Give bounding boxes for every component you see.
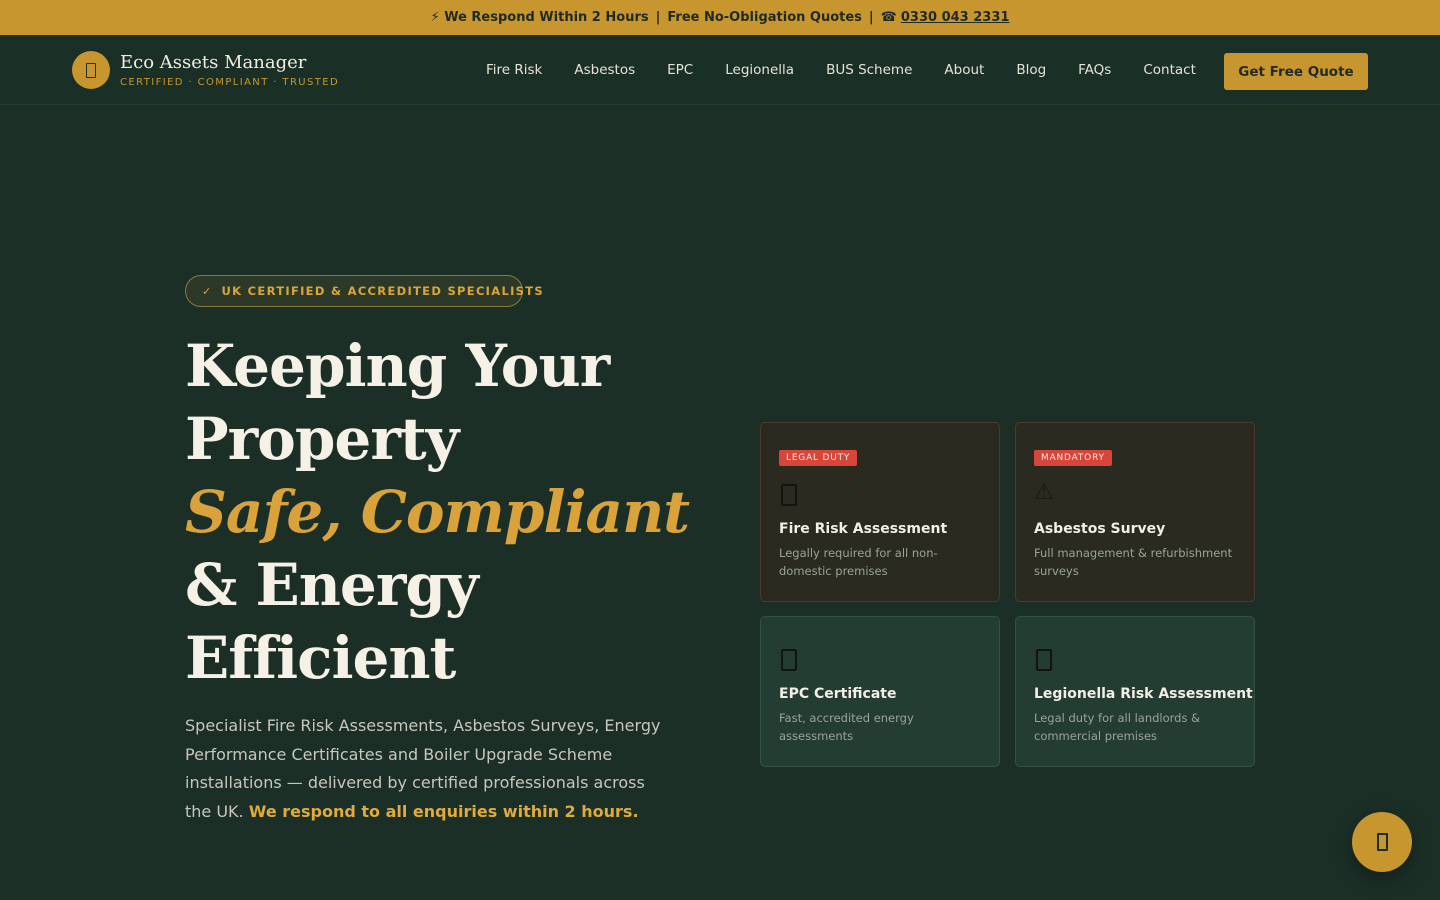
headline-line-4: Efficient (185, 624, 456, 692)
nav-asbestos[interactable]: Asbestos (574, 62, 635, 78)
phone-link[interactable]: 0330 043 2331 (901, 10, 1010, 25)
nav-contact[interactable]: Contact (1143, 62, 1196, 78)
response-highlight: We respond to all enquiries within 2 hou… (248, 801, 639, 821)
announcement-bar: ⚡ We Respond Within 2 Hours | Free No-Ob… (0, 0, 1440, 35)
hero-headline: Keeping Your Property Safe, Compliant & … (185, 330, 705, 695)
shield-icon (86, 62, 96, 78)
nav-about[interactable]: About (944, 62, 984, 78)
get-free-quote-button[interactable]: Get Free Quote (1224, 53, 1368, 90)
quotes-notice: Free No-Obligation Quotes (667, 10, 862, 25)
service-card-epc[interactable]: EPC Certificate Fast, accredited energy … (760, 616, 1000, 767)
mandatory-tag: MANDATORY (1034, 450, 1112, 466)
site-header: Eco Assets Manager CERTIFIED · COMPLIANT… (0, 35, 1440, 105)
check-icon: ✓ (202, 284, 213, 298)
service-card-fire-risk[interactable]: LEGAL DUTY Fire Risk Assessment Legally … (760, 422, 1000, 602)
water-icon (1036, 649, 1052, 671)
brand-name[interactable]: Eco Assets Manager (120, 52, 306, 73)
nav-legionella[interactable]: Legionella (725, 62, 794, 78)
hero-description: Specialist Fire Risk Assessments, Asbest… (185, 712, 665, 826)
service-card-legionella[interactable]: Legionella Risk Assessment Legal duty fo… (1015, 616, 1255, 767)
energy-icon (781, 649, 797, 671)
card-description: Legally required for all non-domestic pr… (779, 546, 938, 578)
card-description: Fast, accredited energy assessments (779, 711, 914, 743)
chat-button[interactable] (1352, 812, 1412, 872)
chat-icon (1376, 833, 1388, 851)
phone-icon: ☎ (880, 10, 897, 25)
accreditation-badge: ✓ UK CERTIFIED & ACCREDITED SPECIALISTS (185, 275, 543, 307)
fire-icon (781, 484, 797, 506)
nav-blog[interactable]: Blog (1016, 62, 1046, 78)
card-title: Asbestos Survey (1034, 521, 1166, 537)
headline-line-2: Property (185, 405, 459, 473)
card-title: Fire Risk Assessment (779, 521, 948, 537)
service-card-asbestos[interactable]: MANDATORY ⚠ Asbestos Survey Full managem… (1015, 422, 1255, 602)
main-nav: Fire Risk Asbestos EPC Legionella BUS Sc… (470, 35, 1196, 105)
logo[interactable] (72, 51, 110, 89)
card-title: EPC Certificate (779, 686, 897, 702)
nav-bus-scheme[interactable]: BUS Scheme (826, 62, 912, 78)
warning-icon: ⚠ (1034, 480, 1054, 505)
nav-fire-risk[interactable]: Fire Risk (486, 62, 542, 78)
card-description: Legal duty for all landlords & commercia… (1034, 711, 1201, 743)
brand-tagline: CERTIFIED · COMPLIANT · TRUSTED (120, 77, 340, 88)
card-title: Legionella Risk Assessment (1034, 686, 1253, 702)
headline-accent: Safe, Compliant (185, 478, 690, 546)
respond-notice: ⚡ We Respond Within 2 Hours (430, 10, 649, 25)
accreditation-text: UK CERTIFIED & ACCREDITED SPECIALISTS (221, 284, 544, 298)
headline-line-3: & Energy (185, 551, 479, 619)
separator: | (868, 10, 874, 25)
nav-epc[interactable]: EPC (667, 62, 693, 78)
card-description: Full management & refurbishment surveys (1034, 546, 1233, 578)
headline-line-1: Keeping Your (185, 332, 610, 400)
separator: | (655, 10, 661, 25)
nav-faqs[interactable]: FAQs (1078, 62, 1111, 78)
legal-duty-tag: LEGAL DUTY (779, 450, 858, 466)
